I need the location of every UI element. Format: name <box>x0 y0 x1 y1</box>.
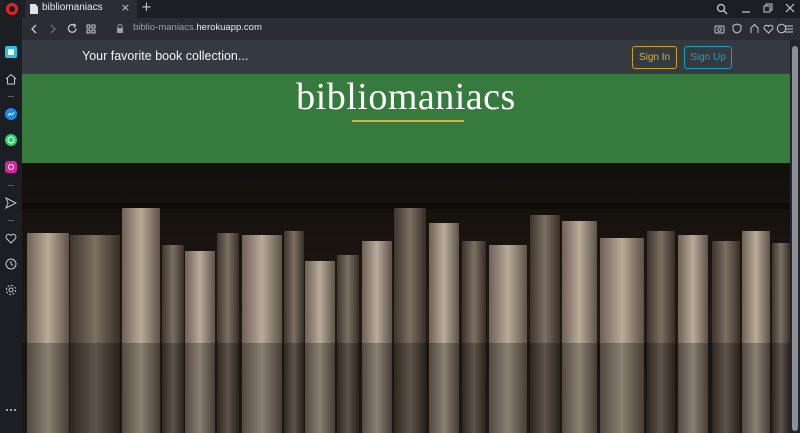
easy-setup-menu-icon[interactable] <box>784 24 794 34</box>
home-icon[interactable] <box>5 73 17 85</box>
history-clock-icon[interactable] <box>5 258 17 270</box>
title-underline <box>352 120 464 122</box>
restore-icon[interactable] <box>763 3 773 13</box>
tab-close-icon[interactable]: × <box>121 1 130 14</box>
camera-snapshot-icon[interactable] <box>714 24 725 34</box>
site-title: bibliomaniacs <box>296 76 516 118</box>
bookmark-heart-icon[interactable] <box>763 24 774 34</box>
web-page: Your favorite book collection... Sign In… <box>22 40 790 433</box>
sidebar-divider <box>8 220 14 221</box>
instagram-icon[interactable] <box>5 161 17 173</box>
search-tabs-icon[interactable] <box>716 3 728 15</box>
site-tagline: Your favorite book collection... <box>82 49 249 63</box>
sign-up-button[interactable]: Sign Up <box>684 46 732 69</box>
minimize-icon[interactable] <box>741 4 751 14</box>
speed-dial-icon[interactable] <box>5 46 17 58</box>
hero-banner: bibliomaniacs <box>22 74 790 163</box>
settings-gear-icon[interactable] <box>5 284 17 296</box>
tab-title: bibliomaniacs <box>42 2 103 13</box>
page-icon <box>30 4 38 14</box>
tabs-grid-icon[interactable] <box>86 24 96 34</box>
bookshelf-illustration <box>22 163 790 433</box>
page-scrollbar[interactable] <box>790 40 800 433</box>
browser-sidebar <box>0 40 22 433</box>
share-icon[interactable] <box>749 23 760 34</box>
new-tab-button[interactable]: + <box>141 0 152 15</box>
browser-tab[interactable]: bibliomaniacs × <box>25 0 137 18</box>
site-navbar: Your favorite book collection... Sign In… <box>22 40 790 74</box>
close-window-icon[interactable] <box>785 3 795 13</box>
more-options-icon[interactable] <box>5 404 17 416</box>
send-flow-icon[interactable] <box>5 197 17 209</box>
sign-in-button[interactable]: Sign In <box>632 46 677 69</box>
whatsapp-icon[interactable] <box>5 134 17 146</box>
forward-icon[interactable] <box>49 24 57 34</box>
lock-icon[interactable] <box>116 23 124 34</box>
bookshelf-hero-image <box>22 163 790 433</box>
back-icon[interactable] <box>30 24 38 34</box>
sidebar-divider <box>8 96 14 97</box>
url-field[interactable]: biblio-maniacs.herokuapp.com <box>133 22 262 33</box>
adblock-shield-icon[interactable] <box>732 23 742 34</box>
scrollbar-thumb[interactable] <box>792 46 798 431</box>
reload-icon[interactable] <box>67 23 78 34</box>
messenger-icon[interactable] <box>5 108 17 120</box>
bookmarks-heart-icon[interactable] <box>5 232 17 244</box>
sidebar-divider <box>8 185 14 186</box>
opera-menu-icon[interactable] <box>6 3 18 15</box>
browser-tab-bar: bibliomaniacs × + <box>0 0 800 18</box>
address-bar: biblio-maniacs.herokuapp.com <box>22 18 800 40</box>
